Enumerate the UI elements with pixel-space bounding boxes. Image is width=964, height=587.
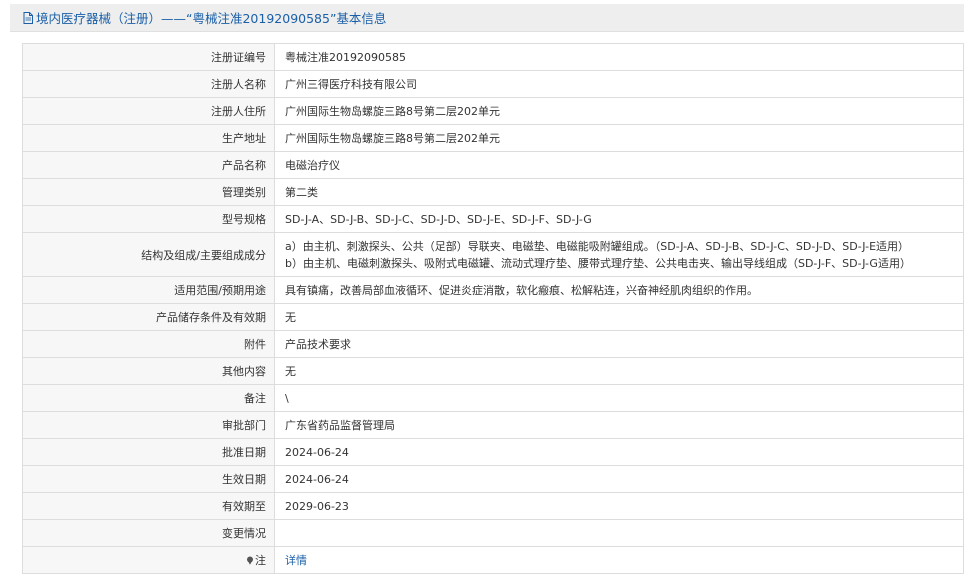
value-category: 第二类	[274, 178, 964, 206]
label-category: 管理类别	[22, 178, 275, 206]
value-storage: 无	[274, 303, 964, 331]
row-models: 型号规格 SD-J-A、SD-J-B、SD-J-C、SD-J-D、SD-J-E、…	[22, 205, 964, 233]
label-registrant-address: 注册人住所	[22, 97, 275, 125]
label-production-address: 生产地址	[22, 124, 275, 152]
value-product-name: 电磁治疗仪	[274, 151, 964, 179]
label-approval-dept: 审批部门	[22, 411, 275, 439]
value-changes	[274, 519, 964, 547]
row-storage: 产品储存条件及有效期 无	[22, 303, 964, 331]
page-title: 境内医疗器械（注册）——“粤械注准20192090585”基本信息	[10, 4, 964, 32]
label-product-name: 产品名称	[22, 151, 275, 179]
value-approval-date: 2024-06-24	[274, 438, 964, 466]
value-reg-no: 粤械注准20192090585	[274, 43, 964, 71]
value-structure: a）由主机、刺激探头、公共（足部）导联夹、电磁垫、电磁能吸附罐组成。（SD-J-…	[274, 232, 964, 277]
label-scope: 适用范围/预期用途	[22, 276, 275, 304]
row-product-name: 产品名称 电磁治疗仪	[22, 151, 964, 179]
label-note-text: 注	[255, 554, 266, 567]
label-structure: 结构及组成/主要组成成分	[22, 232, 275, 277]
label-effective-date: 生效日期	[22, 465, 275, 493]
row-scope: 适用范围/预期用途 具有镇痛，改善局部血液循环、促进炎症消散，软化瘢痕、松解粘连…	[22, 276, 964, 304]
page-title-text: 境内医疗器械（注册）——“粤械注准20192090585”基本信息	[36, 11, 387, 26]
value-registrant: 广州三得医疗科技有限公司	[274, 70, 964, 98]
row-approval-date: 批准日期 2024-06-24	[22, 438, 964, 466]
label-approval-date: 批准日期	[22, 438, 275, 466]
value-scope: 具有镇痛，改善局部血液循环、促进炎症消散，软化瘢痕、松解粘连，兴奋神经肌肉组织的…	[274, 276, 964, 304]
label-changes: 变更情况	[22, 519, 275, 547]
label-attachment: 附件	[22, 330, 275, 358]
row-structure: 结构及组成/主要组成成分 a）由主机、刺激探头、公共（足部）导联夹、电磁垫、电磁…	[22, 232, 964, 277]
row-expiry-date: 有效期至 2029-06-23	[22, 492, 964, 520]
row-attachment: 附件 产品技术要求	[22, 330, 964, 358]
document-icon	[23, 11, 33, 24]
label-note: 注	[22, 546, 275, 574]
value-production-address: 广州国际生物岛螺旋三路8号第二层202单元	[274, 124, 964, 152]
label-registrant: 注册人名称	[22, 70, 275, 98]
structure-line-a: a）由主机、刺激探头、公共（足部）导联夹、电磁垫、电磁能吸附罐组成。（SD-J-…	[285, 239, 910, 253]
label-other: 其他内容	[22, 357, 275, 385]
value-approval-dept: 广东省药品监督管理局	[274, 411, 964, 439]
row-remark: 备注 \	[22, 384, 964, 412]
row-category: 管理类别 第二类	[22, 178, 964, 206]
info-table: 注册证编号 粤械注准20192090585 注册人名称 广州三得医疗科技有限公司…	[22, 43, 964, 574]
details-link[interactable]: 详情	[285, 554, 307, 567]
value-effective-date: 2024-06-24	[274, 465, 964, 493]
value-remark: \	[274, 384, 964, 412]
value-attachment: 产品技术要求	[274, 330, 964, 358]
value-expiry-date: 2029-06-23	[274, 492, 964, 520]
label-expiry-date: 有效期至	[22, 492, 275, 520]
structure-line-b: b）由主机、电磁刺激探头、吸附式电磁罐、流动式理疗垫、腰带式理疗垫、公共电击夹、…	[285, 256, 911, 270]
row-production-address: 生产地址 广州国际生物岛螺旋三路8号第二层202单元	[22, 124, 964, 152]
label-remark: 备注	[22, 384, 275, 412]
label-storage: 产品储存条件及有效期	[22, 303, 275, 331]
pin-icon	[246, 555, 254, 565]
row-effective-date: 生效日期 2024-06-24	[22, 465, 964, 493]
value-note: 详情	[274, 546, 964, 574]
row-note: 注 详情	[22, 546, 964, 574]
row-reg-no: 注册证编号 粤械注准20192090585	[22, 43, 964, 71]
value-registrant-address: 广州国际生物岛螺旋三路8号第二层202单元	[274, 97, 964, 125]
row-other: 其他内容 无	[22, 357, 964, 385]
row-changes: 变更情况	[22, 519, 964, 547]
value-models: SD-J-A、SD-J-B、SD-J-C、SD-J-D、SD-J-E、SD-J-…	[274, 205, 964, 233]
row-approval-dept: 审批部门 广东省药品监督管理局	[22, 411, 964, 439]
label-reg-no: 注册证编号	[22, 43, 275, 71]
row-registrant-address: 注册人住所 广州国际生物岛螺旋三路8号第二层202单元	[22, 97, 964, 125]
value-other: 无	[274, 357, 964, 385]
row-registrant: 注册人名称 广州三得医疗科技有限公司	[22, 70, 964, 98]
label-models: 型号规格	[22, 205, 275, 233]
